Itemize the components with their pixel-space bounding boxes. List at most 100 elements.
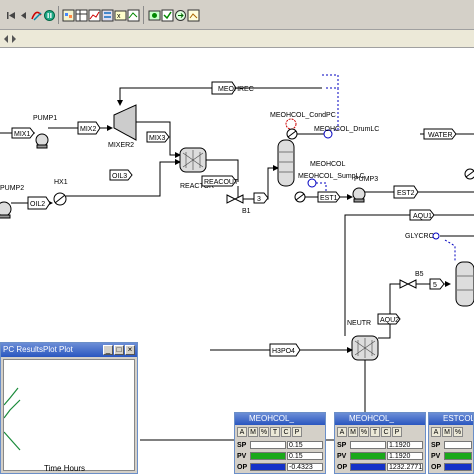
tuning-icon[interactable]: T	[270, 427, 280, 437]
nav-arrows-icon[interactable]	[0, 30, 30, 48]
stream-glycero[interactable]: GLYCRO	[405, 232, 474, 240]
hx1-block[interactable]: HX1	[53, 179, 68, 206]
stream-h3po4[interactable]: H3PO4	[210, 343, 353, 357]
variables-icon[interactable]: x	[114, 9, 127, 22]
dynamic-mode-icon[interactable]	[174, 9, 187, 22]
stream-est1[interactable]: EST1	[305, 191, 353, 203]
op-row: OP	[431, 463, 473, 472]
faceplate-meohcol-1[interactable]: MEOHCOL_ A M% T C P SP 0.15 PV 0.15 OP -0.43…	[234, 412, 326, 474]
minimize-icon[interactable]: _	[103, 345, 113, 355]
secondary-toolbar	[0, 30, 474, 48]
stream-label: EST2	[397, 190, 415, 197]
stream-label: 5	[433, 282, 437, 289]
stream-water[interactable]: WATER	[420, 128, 474, 140]
plot-area: Time Hours	[3, 359, 135, 473]
data-browser-icon[interactable]	[101, 9, 114, 22]
signal-line	[316, 182, 327, 192]
table-icon[interactable]	[75, 9, 88, 22]
stream-oil3[interactable]: OIL3	[66, 159, 181, 197]
op-label: OP	[431, 464, 442, 471]
auto-mode-icon[interactable]: A	[431, 427, 441, 437]
pump3-block[interactable]: PUMP3	[352, 176, 378, 203]
block-label: PUMP2	[0, 185, 24, 192]
b5-valve[interactable]: B5	[399, 271, 424, 289]
sp-label: SP	[337, 442, 347, 449]
run-icon[interactable]	[30, 9, 43, 22]
block-label: NEUTR	[347, 320, 371, 327]
config-icon[interactable]: C	[281, 427, 291, 437]
stream-meohrec[interactable]: MEOHREC	[117, 81, 322, 106]
close-icon[interactable]: ×	[125, 345, 135, 355]
plot-icon[interactable]: P	[292, 427, 302, 437]
pv-row: PV 1.1920	[337, 452, 425, 461]
plot-icon[interactable]: P	[392, 427, 402, 437]
pv-bar	[250, 452, 286, 460]
percent-icon[interactable]: %	[359, 427, 369, 437]
pv-label: PV	[237, 453, 247, 460]
percent-icon[interactable]: %	[259, 427, 269, 437]
manual-mode-icon[interactable]: M	[442, 427, 452, 437]
graph-icon[interactable]	[127, 9, 140, 22]
sp-bar	[350, 441, 386, 449]
op-bar	[350, 463, 386, 471]
stream-mix2[interactable]: MIX2	[48, 121, 113, 135]
sp-value[interactable]: 0.15	[287, 441, 323, 449]
faceplate-meohcol-2[interactable]: MEOHCOL_ A M% T C P SP 1.1920 PV 1.1920 OP 1…	[334, 412, 426, 474]
stream-label: GLYCRO	[405, 233, 435, 240]
stream-est2[interactable]: EST2	[365, 185, 474, 199]
stream-label: AQU1	[413, 213, 432, 220]
pump1-block[interactable]: PUMP1	[33, 115, 57, 149]
stream-mix1[interactable]: MIX1	[0, 127, 35, 139]
pv-label: PV	[337, 453, 347, 460]
neutr-block[interactable]: NEUTR	[347, 320, 379, 361]
stream-label: H3PO4	[272, 348, 295, 355]
auto-mode-icon[interactable]: A	[337, 427, 347, 437]
stream-label: OIL2	[30, 201, 45, 208]
block-label: B1	[242, 208, 251, 215]
maximize-icon[interactable]: □	[114, 345, 124, 355]
manual-mode-icon[interactable]: M	[248, 427, 258, 437]
signal-line	[326, 87, 339, 131]
hx-right-block[interactable]	[464, 168, 474, 180]
steady-state-icon[interactable]	[187, 9, 200, 22]
initialize-icon[interactable]	[161, 9, 174, 22]
stream-5[interactable]: 5	[416, 278, 451, 290]
pump2-block[interactable]: PUMP2	[0, 185, 24, 219]
stream-label: 3	[257, 196, 261, 203]
plot-traces	[3, 387, 21, 451]
stream-reacout[interactable]: REACOUT	[201, 159, 239, 187]
sp-row: SP	[431, 441, 473, 450]
tuning-icon[interactable]: T	[370, 427, 380, 437]
op-bar	[444, 463, 472, 471]
pv-row: PV 0.15	[237, 452, 325, 461]
op-row: OP -0.4323	[237, 463, 325, 472]
flowsheet-icon[interactable]	[62, 9, 75, 22]
stream-3[interactable]: 3	[253, 165, 279, 204]
sp-bar	[444, 441, 472, 449]
estcol-column[interactable]	[455, 261, 474, 307]
op-bar	[250, 463, 286, 471]
stream-oil2[interactable]: OIL2	[11, 196, 53, 210]
faceplate-title: MEOHCOL_	[235, 413, 325, 425]
stream-mix3[interactable]: MIX3	[136, 121, 181, 158]
faceplate-estcol[interactable]: ESTCOL_S AM% SP PV OP	[428, 412, 474, 474]
config-icon[interactable]: C	[381, 427, 391, 437]
step-back-icon[interactable]	[17, 9, 30, 22]
snapshot-icon[interactable]	[148, 9, 161, 22]
meohcol-reboiler[interactable]	[294, 191, 306, 203]
op-value[interactable]: 1232.2771	[387, 463, 423, 471]
stream-aqu2[interactable]: AQU2	[377, 283, 401, 339]
plot-icon[interactable]	[88, 9, 101, 22]
faceplate-toolbar: A M% T C P	[237, 427, 325, 438]
b1-valve[interactable]: B1	[226, 186, 254, 215]
sp-value[interactable]: 1.1920	[387, 441, 423, 449]
manual-mode-icon[interactable]: M	[348, 427, 358, 437]
pv-value: 1.1920	[387, 452, 423, 460]
percent-icon[interactable]: %	[453, 427, 463, 437]
meohcol-drumlc-controller[interactable]: MEOHCOL_DrumLC	[314, 126, 379, 139]
op-value[interactable]: -0.4323	[287, 463, 323, 471]
auto-mode-icon[interactable]: A	[237, 427, 247, 437]
mixer2-block[interactable]: MIXER2	[108, 104, 137, 149]
results-plot-window[interactable]: PC ResultsPlot Plot _ □ × Time Hours	[0, 342, 138, 474]
pause-icon[interactable]	[43, 9, 56, 22]
